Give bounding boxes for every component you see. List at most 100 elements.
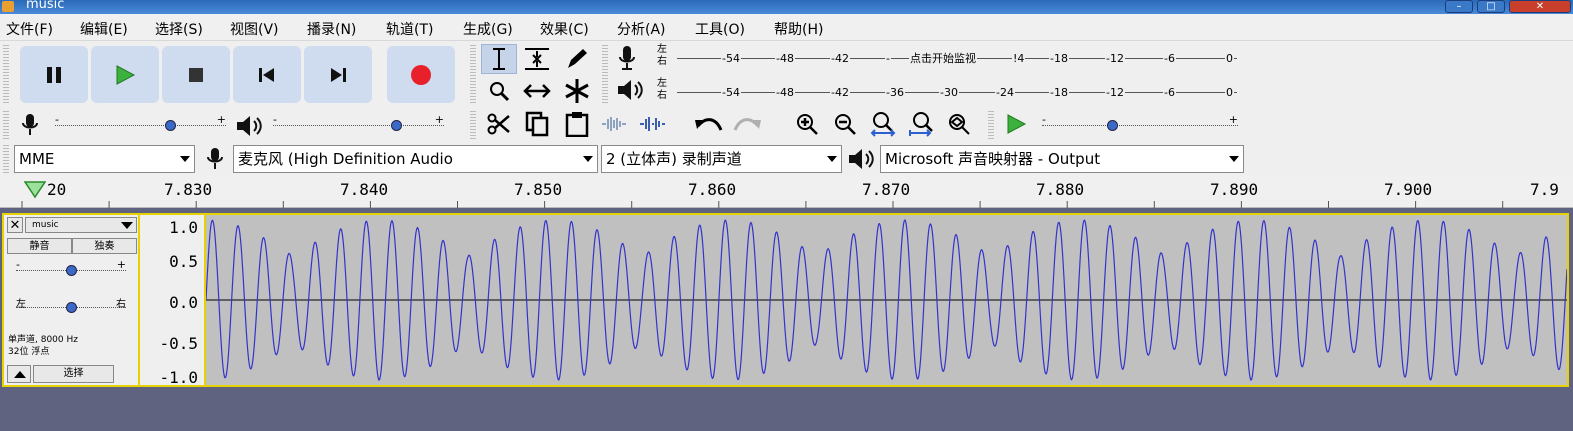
toolbar-grip[interactable] xyxy=(470,111,476,139)
recording-volume-slider[interactable]: - + xyxy=(55,113,226,135)
stop-button[interactable] xyxy=(162,46,230,103)
play-button[interactable] xyxy=(91,46,159,103)
meter-tick: 0 xyxy=(1225,86,1234,99)
copy-button[interactable] xyxy=(519,109,555,139)
redo-icon xyxy=(733,118,761,131)
menu-view[interactable]: 视图(V) xyxy=(230,19,279,39)
meter-tick: -6 xyxy=(1163,52,1176,65)
maximize-button[interactable]: □ xyxy=(1477,0,1505,13)
menu-transport[interactable]: 播录(N) xyxy=(307,19,356,39)
fit-project-button[interactable] xyxy=(903,109,939,139)
chevron-down-icon xyxy=(1229,156,1239,162)
zoom-tool[interactable] xyxy=(481,76,517,106)
asterisk-icon xyxy=(565,79,589,103)
timeline-ruler[interactable]: 20 7.830 7.840 7.850 7.860 7.870 7.880 7… xyxy=(0,175,1573,208)
menu-generate[interactable]: 生成(G) xyxy=(463,19,513,39)
waveform-display[interactable] xyxy=(204,213,1569,387)
record-monitor-hint[interactable]: 点击开始监视 xyxy=(909,53,977,65)
toolbar-grip[interactable] xyxy=(470,45,476,105)
mute-button[interactable]: 静音 xyxy=(7,238,72,254)
fit-selection-button[interactable] xyxy=(865,109,901,139)
menu-tools[interactable]: 工具(O) xyxy=(695,19,745,39)
envelope-icon xyxy=(525,48,549,70)
zoom-toggle-button[interactable] xyxy=(941,109,977,139)
trim-button[interactable] xyxy=(597,109,631,139)
select-track-button[interactable]: 选择 xyxy=(33,365,114,383)
menu-effect[interactable]: 效果(C) xyxy=(540,19,589,39)
redo-button[interactable] xyxy=(729,109,765,139)
menu-analyze[interactable]: 分析(A) xyxy=(617,19,666,39)
toolbar-grip[interactable] xyxy=(3,111,9,139)
solo-button[interactable]: 独奏 xyxy=(72,238,137,254)
audio-host-select[interactable]: MME xyxy=(14,145,195,173)
toolbar-grip[interactable] xyxy=(602,45,608,105)
playback-device-select[interactable]: Microsoft 声音映射器 - Output xyxy=(880,145,1244,173)
playback-volume-slider[interactable]: - + xyxy=(273,113,444,135)
paste-button[interactable] xyxy=(559,109,595,139)
play-at-speed-button[interactable] xyxy=(998,109,1034,139)
pause-button[interactable] xyxy=(20,46,88,103)
menu-tracks[interactable]: 轨道(T) xyxy=(386,19,433,39)
slider-thumb[interactable] xyxy=(391,120,403,131)
gain-slider[interactable]: - + xyxy=(16,258,126,280)
playback-meter-speaker-icon[interactable] xyxy=(616,79,644,105)
zoom-fit-icon xyxy=(909,112,933,137)
track-control-panel[interactable]: ✕ music 静音 独奏 - + 左 右 单声道, 8000 Hz 32位 浮… xyxy=(2,213,140,387)
empty-project-area[interactable] xyxy=(0,390,1573,431)
play-icon xyxy=(116,64,136,85)
silence-button[interactable] xyxy=(635,109,669,139)
meter-tick: 0 xyxy=(1225,52,1234,65)
meter-tick: -48 xyxy=(775,86,795,99)
slider-thumb[interactable] xyxy=(165,120,177,131)
double-arrow-icon xyxy=(523,84,551,98)
meter-tick: -12 xyxy=(1105,86,1125,99)
skip-to-start-button[interactable] xyxy=(233,46,301,103)
zoom-in-icon xyxy=(797,114,818,135)
draw-tool[interactable] xyxy=(559,44,595,74)
slider-thumb[interactable] xyxy=(1106,120,1118,131)
envelope-tool[interactable] xyxy=(519,44,555,74)
playback-speed-slider[interactable]: - + xyxy=(1042,113,1238,135)
record-button[interactable] xyxy=(387,46,455,103)
menu-select[interactable]: 选择(S) xyxy=(155,19,203,39)
slider-thumb[interactable] xyxy=(65,302,77,313)
multi-tool[interactable] xyxy=(559,76,595,106)
toolbar-grip[interactable] xyxy=(3,45,9,105)
menu-help[interactable]: 帮助(H) xyxy=(774,19,823,39)
collapse-track-button[interactable] xyxy=(7,365,31,383)
time-shift-tool[interactable] xyxy=(519,76,555,106)
recording-device-select[interactable]: 麦克风 (High Definition Audio xyxy=(233,145,598,173)
skip-to-end-button[interactable] xyxy=(304,46,372,103)
record-meter-mic-icon[interactable] xyxy=(616,45,638,75)
playback-meter[interactable]: -54 -48 -42 -36 -30 -24 -18 -12 -6 0 xyxy=(677,78,1237,106)
playback-meter-left-label: 左 xyxy=(657,78,667,89)
zoom-out-button[interactable] xyxy=(827,109,863,139)
recording-channels-select[interactable]: 2 (立体声) 录制声道 xyxy=(601,145,842,173)
menu-edit[interactable]: 编辑(E) xyxy=(80,19,128,39)
slider-thumb[interactable] xyxy=(65,265,77,276)
track-name: music xyxy=(32,220,59,230)
close-button[interactable]: ✕ xyxy=(1509,0,1571,13)
minimize-button[interactable]: – xyxy=(1445,0,1473,13)
meter-tick: -18 xyxy=(1049,86,1069,99)
toolbar-grip[interactable] xyxy=(3,145,9,173)
play-icon xyxy=(1007,114,1027,134)
selection-tool[interactable] xyxy=(481,44,517,74)
record-meter[interactable]: -54 -48 -42 - 点击开始监视 !4 -18 -12 -6 0 xyxy=(677,44,1237,72)
window-title: music xyxy=(26,0,65,12)
close-track-icon[interactable]: ✕ xyxy=(7,217,23,233)
meter-tick: -42 xyxy=(830,86,850,99)
meter-tick: -6 xyxy=(1163,86,1176,99)
zoom-in-button[interactable] xyxy=(789,109,825,139)
undo-button[interactable] xyxy=(691,109,727,139)
pan-slider[interactable]: 左 右 xyxy=(16,297,126,317)
menu-file[interactable]: 文件(F) xyxy=(6,19,53,39)
toolbar-grip[interactable] xyxy=(988,111,994,139)
record-icon xyxy=(411,64,431,85)
amplitude-scale[interactable]: 1.0 0.5 0.0 -0.5 -1.0 xyxy=(140,213,204,387)
meter-tick: -54 xyxy=(721,52,741,65)
track-name-menu[interactable]: music xyxy=(25,217,137,233)
cut-button[interactable] xyxy=(481,109,517,139)
meter-tick: -42 xyxy=(830,52,850,65)
chevron-down-icon xyxy=(180,156,190,162)
